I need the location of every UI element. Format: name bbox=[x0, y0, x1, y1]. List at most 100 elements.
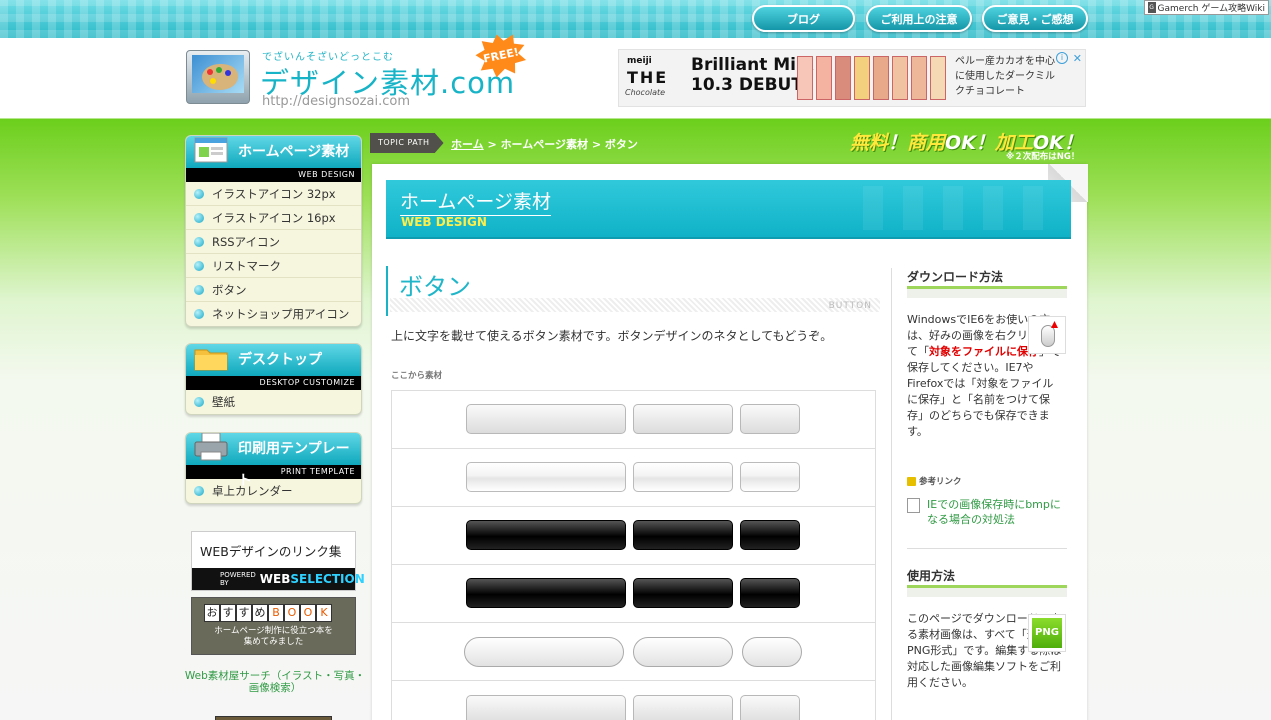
breadcrumb-home[interactable]: ホーム bbox=[451, 138, 484, 151]
button-sample-medium[interactable] bbox=[633, 404, 733, 434]
button-sample-small[interactable] bbox=[740, 695, 800, 720]
button-sample-large[interactable] bbox=[466, 520, 626, 550]
book-title: おすすめBOOK bbox=[204, 604, 332, 622]
sidebar-web-design-header[interactable]: ホームページ素材 bbox=[186, 136, 361, 168]
button-material-grid bbox=[391, 390, 876, 720]
hero-decoration bbox=[863, 186, 1063, 230]
browser-window-icon bbox=[194, 137, 228, 163]
reference-link-label: 参考リンク bbox=[907, 475, 962, 487]
sidebar-web-design-sub: WEB DESIGN bbox=[186, 168, 361, 182]
ad-text: ペルー産カカオを中心に使用したダークミルクチョコレート bbox=[955, 56, 1055, 97]
page-description: 上に文字を載せて使えるボタン素材です。ボタンデザインのネタとしてもどうぞ。 bbox=[391, 329, 833, 343]
page-title-en: BUTTON bbox=[828, 301, 872, 311]
ad-chocolate: Chocolate bbox=[625, 88, 666, 97]
sidebar-desktop-title: デスクトップ bbox=[238, 352, 322, 368]
monitor-palette-icon bbox=[186, 50, 250, 104]
breadcrumb: ホーム > ホームページ素材 > ボタン bbox=[451, 138, 638, 151]
usage-title: 使用方法 bbox=[907, 569, 956, 583]
button-sample-medium[interactable] bbox=[633, 578, 733, 608]
ad-brand: meiji bbox=[627, 56, 652, 66]
button-row bbox=[392, 565, 875, 623]
sidebar-item-icon-32[interactable]: イラストアイコン 32px bbox=[186, 182, 361, 206]
web-selection-footer: POWERED BY WEBSELECTION bbox=[192, 568, 365, 590]
gamerch-link[interactable]: G Gamerch ゲーム攻略Wiki bbox=[1143, 0, 1269, 15]
download-title: ダウンロード方法 bbox=[907, 270, 1004, 284]
ad-headline-2: 10.3 DEBUT. bbox=[691, 75, 807, 95]
download-title-bar bbox=[907, 286, 1067, 298]
sidebar-item-shop-icon[interactable]: ネットショップ用アイコン bbox=[186, 302, 361, 326]
button-sample-medium[interactable] bbox=[633, 520, 733, 550]
web-selection-logo: WEBSELECTION bbox=[259, 572, 365, 586]
ad-close-icon[interactable]: ✕ bbox=[1073, 52, 1082, 65]
button-row bbox=[392, 449, 875, 507]
ad-product-image bbox=[797, 56, 947, 102]
sidebar-desktop: デスクトップ DESKTOP CUSTOMIZE 壁紙 bbox=[185, 343, 362, 415]
sidebar-web-design: ホームページ素材 WEB DESIGN イラストアイコン 32px イラストアイ… bbox=[185, 135, 362, 327]
material-start-label: ここから素材 bbox=[391, 371, 443, 381]
breadcrumb-section[interactable]: ホームページ素材 bbox=[501, 138, 588, 151]
page-title-block: ボタン BUTTON bbox=[386, 266, 880, 316]
sidebar-item-calendar[interactable]: 卓上カレンダー bbox=[186, 479, 361, 503]
web-selection-title: WEBデザインのリンク集 bbox=[200, 544, 342, 559]
sidebar-print-sub: PRINT TEMPLATE bbox=[186, 465, 361, 479]
printer-icon bbox=[194, 433, 228, 461]
sidebar-desktop-sub: DESKTOP CUSTOMIZE bbox=[186, 376, 361, 390]
sidebar-item-icon-16[interactable]: イラストアイコン 16px bbox=[186, 206, 361, 230]
sidebar-print: 印刷用テンプレート PRINT TEMPLATE 卓上カレンダー bbox=[185, 432, 362, 504]
sidebar-desktop-header[interactable]: デスクトップ bbox=[186, 344, 361, 376]
sidebar-item-button[interactable]: ボタン bbox=[186, 278, 361, 302]
reference-icon bbox=[907, 476, 916, 486]
page-title: ボタン bbox=[399, 273, 471, 301]
button-row bbox=[392, 681, 875, 720]
breadcrumb-current: ボタン bbox=[604, 138, 638, 151]
right-column: ダウンロード方法 WindowsでIE6をお使いの方は、好みの画像を右クリックし… bbox=[891, 268, 1081, 720]
logo-url: http://designsozai.com bbox=[262, 94, 410, 109]
web-selection-banner[interactable]: WEBデザインのリンク集 POWERED BY WEBSELECTION bbox=[191, 531, 365, 591]
button-sample-large[interactable] bbox=[466, 578, 626, 608]
sidebar-web-design-title: ホームページ素材 bbox=[238, 144, 350, 160]
button-sample-small[interactable] bbox=[740, 462, 800, 492]
ad-info-icon[interactable]: i bbox=[1056, 52, 1068, 64]
button-sample-small[interactable] bbox=[740, 520, 800, 550]
sidebar-item-list-mark[interactable]: リストマーク bbox=[186, 254, 361, 278]
slogan-note: ※２次配布はNG！ bbox=[1006, 152, 1080, 162]
button-sample-large[interactable] bbox=[464, 637, 624, 667]
powered-by-label: POWERED BY bbox=[220, 571, 256, 587]
recommended-book-banner[interactable]: おすすめBOOK ホームページ制作に役立つ本を 集めてみました bbox=[191, 597, 356, 655]
sidebar-item-rss[interactable]: RSSアイコン bbox=[186, 230, 361, 254]
hero-title: ホームページ素材 bbox=[400, 187, 552, 216]
button-sample-small[interactable] bbox=[740, 578, 800, 608]
search-site-link[interactable]: Web素材屋サーチ（イラスト・写真・画像検索） bbox=[180, 670, 370, 694]
topic-path-label: TOPIC PATH bbox=[370, 133, 444, 153]
right-divider bbox=[907, 548, 1067, 549]
ad-banner[interactable]: meiji THE Chocolate Brilliant Milk 10.3 … bbox=[618, 49, 1086, 107]
folder-icon bbox=[194, 349, 228, 371]
sidebar-print-header[interactable]: 印刷用テンプレート bbox=[186, 433, 361, 489]
ad-headline-1: Brilliant Milk bbox=[691, 55, 814, 75]
ad-the: THE bbox=[627, 68, 669, 87]
sidebar-item-wallpaper[interactable]: 壁紙 bbox=[186, 390, 361, 414]
category-hero: ホームページ素材 WEB DESIGN bbox=[386, 180, 1071, 239]
reference-link[interactable]: IEでの画像保存時にbmpになる場合の対処法 bbox=[907, 497, 1067, 527]
button-sample-large[interactable] bbox=[466, 695, 626, 720]
book-subtitle: ホームページ制作に役立つ本を 集めてみました bbox=[214, 626, 333, 647]
usage-title-bar bbox=[907, 585, 1067, 597]
site-logo[interactable]: でざいんそざいどっとこむ デザイン素材.com http://designsoz… bbox=[186, 50, 526, 112]
button-sample-small[interactable] bbox=[740, 404, 800, 434]
button-sample-medium[interactable] bbox=[633, 695, 733, 720]
button-row bbox=[392, 623, 875, 681]
nav-blog-button[interactable]: ブログ bbox=[752, 5, 855, 32]
button-sample-small[interactable] bbox=[742, 637, 802, 667]
button-row bbox=[392, 391, 875, 449]
gamerch-label: Gamerch ゲーム攻略Wiki bbox=[1157, 4, 1265, 14]
button-sample-large[interactable] bbox=[466, 404, 626, 434]
sidebar-bottom-banner[interactable] bbox=[215, 716, 332, 720]
button-sample-medium[interactable] bbox=[633, 462, 733, 492]
button-sample-large[interactable] bbox=[466, 462, 626, 492]
button-sample-medium[interactable] bbox=[633, 637, 733, 667]
nav-terms-button[interactable]: ご利用上の注意 bbox=[866, 5, 972, 32]
button-row bbox=[392, 507, 875, 565]
title-underline bbox=[390, 298, 880, 312]
nav-feedback-button[interactable]: ご意見・ご感想 bbox=[982, 5, 1088, 32]
hero-subtitle: WEB DESIGN bbox=[401, 215, 487, 229]
